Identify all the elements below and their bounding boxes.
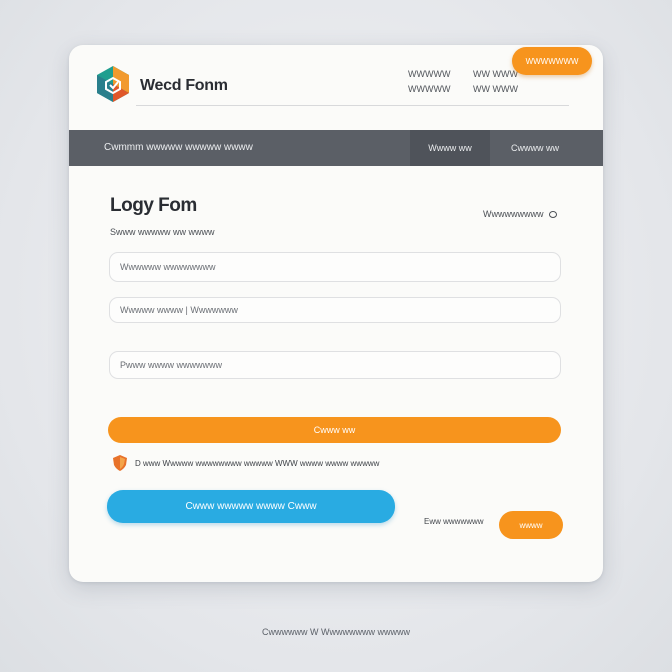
agree-text: D www Wwwww wwwwwwww wwwww WWW wwww wwww… — [135, 458, 380, 468]
help-link-label: Wwwwwwwww — [483, 209, 544, 219]
password-input[interactable] — [109, 351, 561, 379]
nav-item-1[interactable]: Wwww ww — [410, 130, 490, 166]
contact-label: WWWWW — [408, 69, 451, 79]
secondary-button[interactable]: Cwww wwwww wwww Cwww — [107, 490, 395, 523]
footer-text: Cwwwwww W Wwwwwwww wwwww — [262, 627, 410, 637]
header-cta-button[interactable]: WWWWWWW — [512, 47, 592, 75]
contact-value: WW WWW — [473, 69, 518, 79]
help-icon — [548, 210, 557, 218]
navbar-title: Cwmmm wwwww wwwww wwww — [104, 142, 253, 153]
brand-name: Wecd Fonm — [140, 77, 228, 94]
form-title: Logy Fom — [110, 195, 197, 216]
brand-logo-icon — [97, 66, 129, 102]
contact-value: WW WWW — [473, 84, 518, 94]
small-action-button[interactable]: wwww — [499, 511, 563, 539]
bottom-link[interactable]: Eww wwwwwww — [424, 517, 484, 526]
contact-line: WWWWW WW WWW — [408, 82, 518, 97]
agree-row[interactable]: D www Wwwww wwwwwwww wwwww WWW wwww wwww… — [111, 454, 379, 472]
shield-icon — [113, 455, 127, 471]
username-input[interactable] — [109, 252, 561, 282]
contact-line: WWWWW WW WWW — [408, 67, 518, 82]
help-link[interactable]: Wwwwwwwww — [483, 209, 557, 219]
nav-item-2[interactable]: Cwwww ww — [497, 130, 573, 166]
email-input[interactable] — [109, 297, 561, 323]
navbar: Cwmmm wwwww wwwww wwww Wwww ww Cwwww ww — [69, 130, 603, 166]
form-subtitle: Swww wwwww ww wwww — [110, 227, 215, 237]
contact-label: WWWWW — [408, 84, 451, 94]
contact-info: WWWWW WW WWW WWWWW WW WWW — [408, 67, 518, 97]
login-card: Wecd Fonm WWWWW WW WWW WWWWW WW WWW WWWW… — [69, 45, 603, 582]
header-divider — [136, 105, 569, 106]
submit-button[interactable]: Cwww ww — [108, 417, 561, 443]
